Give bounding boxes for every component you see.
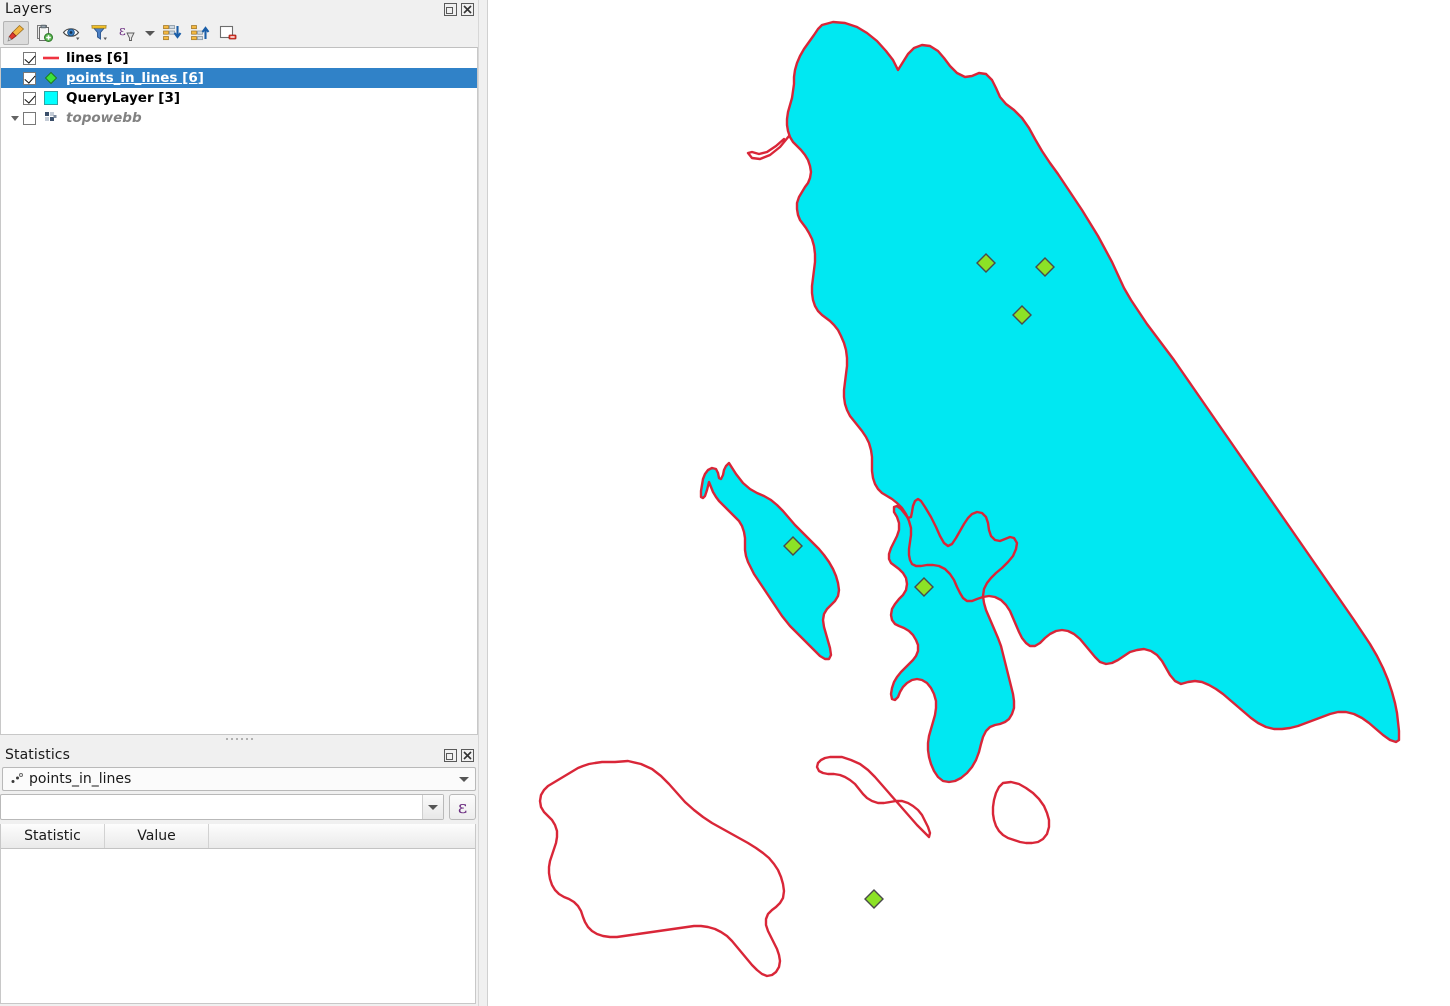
symbol-red-line	[42, 50, 60, 66]
statistics-field-row: ε	[0, 794, 476, 820]
main-vertical-splitter[interactable]	[478, 0, 488, 1006]
statistics-table-header: Statistic Value	[1, 824, 475, 849]
layer-visibility-checkbox-points-in-lines[interactable]	[23, 71, 36, 85]
open-layer-styling-panel-button[interactable]	[3, 21, 29, 45]
chevron-down-icon[interactable]	[455, 768, 473, 790]
layer-label-querylayer: QueryLayer [3]	[66, 90, 181, 106]
statistics-layer-value: points_in_lines	[29, 771, 132, 787]
layer-label-topowebb: topowebb	[66, 110, 142, 126]
filter-legend-by-map-content-button[interactable]	[87, 21, 113, 45]
line-south-large-island-outline	[538, 759, 786, 978]
statistics-field-input[interactable]	[1, 796, 422, 818]
line-small-island-mid	[815, 755, 932, 839]
expander-placeholder	[7, 68, 23, 88]
statistics-panel-titlebar: Statistics	[0, 743, 478, 767]
layer-visibility-checkbox-lines[interactable]	[23, 51, 36, 65]
add-group-button[interactable]	[31, 21, 57, 45]
statistics-table: Statistic Value	[0, 824, 476, 1004]
expand-all-button[interactable]	[159, 21, 185, 45]
remove-layer-icon	[219, 25, 237, 40]
line-small-island-right	[991, 780, 1051, 845]
statistics-column-value[interactable]: Value	[105, 824, 209, 848]
polygon-main-island	[787, 22, 1399, 742]
qgis-main-window: Layers ε lines [6] points_in_lines [6] Q…	[0, 0, 1450, 1006]
dock-splitter-handle[interactable]	[0, 735, 478, 743]
polygon-west-island	[701, 463, 839, 659]
symbol-raster-tiles	[42, 110, 60, 126]
statistics-panel: Statistics points_in_lines ε Statistic V…	[0, 743, 478, 1006]
filter-legend-dropdown-button[interactable]	[143, 21, 157, 45]
add-group-icon	[37, 24, 53, 42]
funnel-icon	[91, 25, 107, 41]
statistics-column-statistic[interactable]: Statistic	[1, 824, 105, 848]
line-main-island-notch	[746, 134, 791, 161]
filter-legend-by-expression-button[interactable]: ε	[115, 21, 141, 45]
remove-layer-or-group-button[interactable]	[215, 21, 241, 45]
symbol-green-diamond	[42, 70, 60, 86]
chevron-down-icon	[145, 30, 155, 36]
chevron-down-icon	[11, 115, 19, 121]
statistics-panel-float-button[interactable]	[444, 748, 457, 762]
statistics-field-dropdown-button[interactable]	[422, 795, 443, 819]
map-rendering	[538, 20, 1401, 978]
expander-placeholder	[7, 88, 23, 108]
map-canvas[interactable]	[488, 0, 1450, 1006]
splitter-grip-dots	[225, 738, 253, 740]
point-marker	[864, 889, 884, 909]
layer-visibility-checkbox-querylayer[interactable]	[23, 91, 36, 105]
expander-placeholder	[7, 48, 23, 68]
layer-visibility-checkbox-topowebb[interactable]	[23, 111, 36, 125]
layer-row-topowebb[interactable]: topowebb	[1, 108, 477, 128]
layer-label-lines: lines [6]	[66, 50, 129, 66]
eye-icon	[62, 28, 80, 41]
statistics-expression-button[interactable]: ε	[449, 794, 476, 820]
querylayer-polygons	[701, 22, 1399, 782]
collapse-all-button[interactable]	[187, 21, 213, 45]
collapse-all-icon	[191, 25, 210, 41]
expand-all-icon	[163, 25, 182, 41]
svg-text:ε: ε	[119, 24, 126, 39]
statistics-layer-selector[interactable]: points_in_lines	[2, 767, 476, 791]
statistics-table-body[interactable]	[1, 849, 475, 1003]
manage-map-themes-button[interactable]	[59, 21, 85, 45]
layers-panel-float-button[interactable]	[444, 3, 457, 16]
layer-row-points-in-lines[interactable]: points_in_lines [6]	[1, 68, 477, 88]
statistics-column-filler	[209, 824, 475, 848]
statistics-panel-title: Statistics	[5, 746, 70, 763]
left-dock-column: Layers ε lines [6] points_in_lines [6] Q…	[0, 0, 478, 1006]
layers-panel-titlebar: Layers	[0, 0, 478, 19]
statistics-field-combo[interactable]	[0, 794, 444, 820]
point-layer-icon	[9, 771, 25, 787]
layer-expander-topowebb[interactable]	[7, 108, 23, 128]
symbol-cyan-fill	[42, 90, 60, 106]
epsilon-filter-icon: ε	[119, 24, 135, 41]
paintbrush-icon	[7, 24, 25, 42]
layer-label-points-in-lines: points_in_lines [6]	[66, 70, 204, 86]
layer-row-querylayer[interactable]: QueryLayer [3]	[1, 88, 477, 108]
layer-row-lines[interactable]: lines [6]	[1, 48, 477, 68]
layers-tree[interactable]: lines [6] points_in_lines [6] QueryLayer…	[0, 47, 478, 735]
layers-panel-close-button[interactable]	[461, 3, 474, 16]
layers-panel-title: Layers	[5, 1, 52, 17]
statistics-panel-close-button[interactable]	[461, 748, 474, 762]
layers-toolbar: ε	[0, 19, 478, 47]
